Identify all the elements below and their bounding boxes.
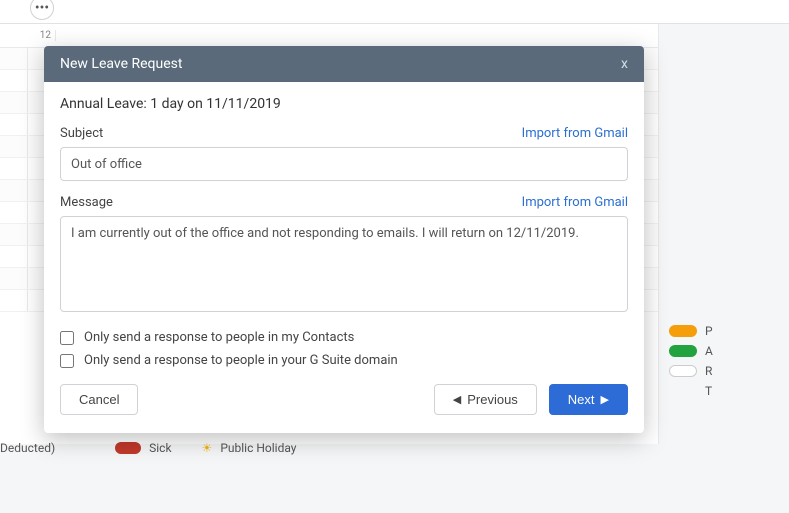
legend-pill-green: [669, 345, 697, 357]
legend-sidebar: P A R T: [659, 24, 789, 444]
bottom-legend: Deducted) Sick ☀ Public Holiday: [0, 438, 789, 458]
message-field-group: Message Import from Gmail: [60, 195, 628, 316]
topbar: •••: [0, 0, 789, 24]
legend-holiday: ☀ Public Holiday: [202, 441, 297, 455]
legend-pill-orange: [669, 325, 697, 337]
next-button[interactable]: Next ▶: [549, 384, 628, 415]
legend-letter: T: [705, 384, 712, 398]
more-menu-button[interactable]: •••: [30, 0, 54, 20]
previous-label: Previous: [467, 392, 518, 407]
modal-header: New Leave Request x: [44, 46, 644, 82]
legend-letter: A: [705, 344, 713, 358]
dots-icon: •••: [35, 0, 49, 16]
legend-sick-label: Sick: [149, 441, 171, 455]
cancel-button[interactable]: Cancel: [60, 384, 138, 415]
modal-body: Annual Leave: 1 day on 11/11/2019 Subjec…: [44, 82, 644, 433]
legend-pill-white: [669, 365, 697, 377]
date-number: 12: [28, 30, 56, 41]
legend-holiday-label: Public Holiday: [220, 441, 296, 455]
sun-icon: ☀: [202, 441, 213, 455]
chevron-right-icon: ▶: [601, 393, 609, 406]
footer-right: ◀ Previous Next ▶: [434, 384, 628, 415]
subject-label: Subject: [60, 126, 103, 141]
legend-item: R: [669, 364, 789, 378]
import-subject-link[interactable]: Import from Gmail: [522, 126, 628, 141]
legend-item: P: [669, 324, 789, 338]
subject-field-group: Subject Import from Gmail: [60, 126, 628, 181]
modal-title: New Leave Request: [60, 56, 182, 72]
new-leave-request-modal: New Leave Request x Annual Leave: 1 day …: [44, 46, 644, 433]
legend-letter: R: [705, 364, 712, 378]
previous-button[interactable]: ◀ Previous: [434, 384, 537, 415]
legend-deducted-fragment: Deducted): [0, 441, 55, 455]
cancel-label: Cancel: [79, 392, 119, 407]
legend-item: A: [669, 344, 789, 358]
legend-item: T: [669, 384, 789, 398]
chevron-left-icon: ◀: [453, 393, 461, 406]
contacts-only-label: Only send a response to people in my Con…: [84, 330, 354, 345]
modal-footer: Cancel ◀ Previous Next ▶: [60, 384, 628, 415]
import-message-link[interactable]: Import from Gmail: [522, 195, 628, 210]
contacts-only-row[interactable]: Only send a response to people in my Con…: [60, 330, 628, 345]
domain-only-row[interactable]: Only send a response to people in your G…: [60, 353, 628, 368]
contacts-only-checkbox[interactable]: [60, 331, 74, 345]
legend-sick: Sick: [115, 441, 171, 455]
subject-label-row: Subject Import from Gmail: [60, 126, 628, 141]
subject-input[interactable]: [60, 147, 628, 181]
message-label: Message: [60, 195, 113, 210]
calendar-date-row: 12: [0, 24, 658, 48]
message-label-row: Message Import from Gmail: [60, 195, 628, 210]
legend-pill-red: [115, 442, 141, 454]
next-label: Next: [568, 392, 595, 407]
legend-letter: P: [705, 324, 713, 338]
domain-only-checkbox[interactable]: [60, 354, 74, 368]
close-icon[interactable]: x: [621, 56, 628, 72]
domain-only-label: Only send a response to people in your G…: [84, 353, 398, 368]
message-textarea[interactable]: [60, 216, 628, 312]
date-cell: 12: [28, 24, 658, 47]
leave-summary: Annual Leave: 1 day on 11/11/2019: [60, 96, 628, 112]
